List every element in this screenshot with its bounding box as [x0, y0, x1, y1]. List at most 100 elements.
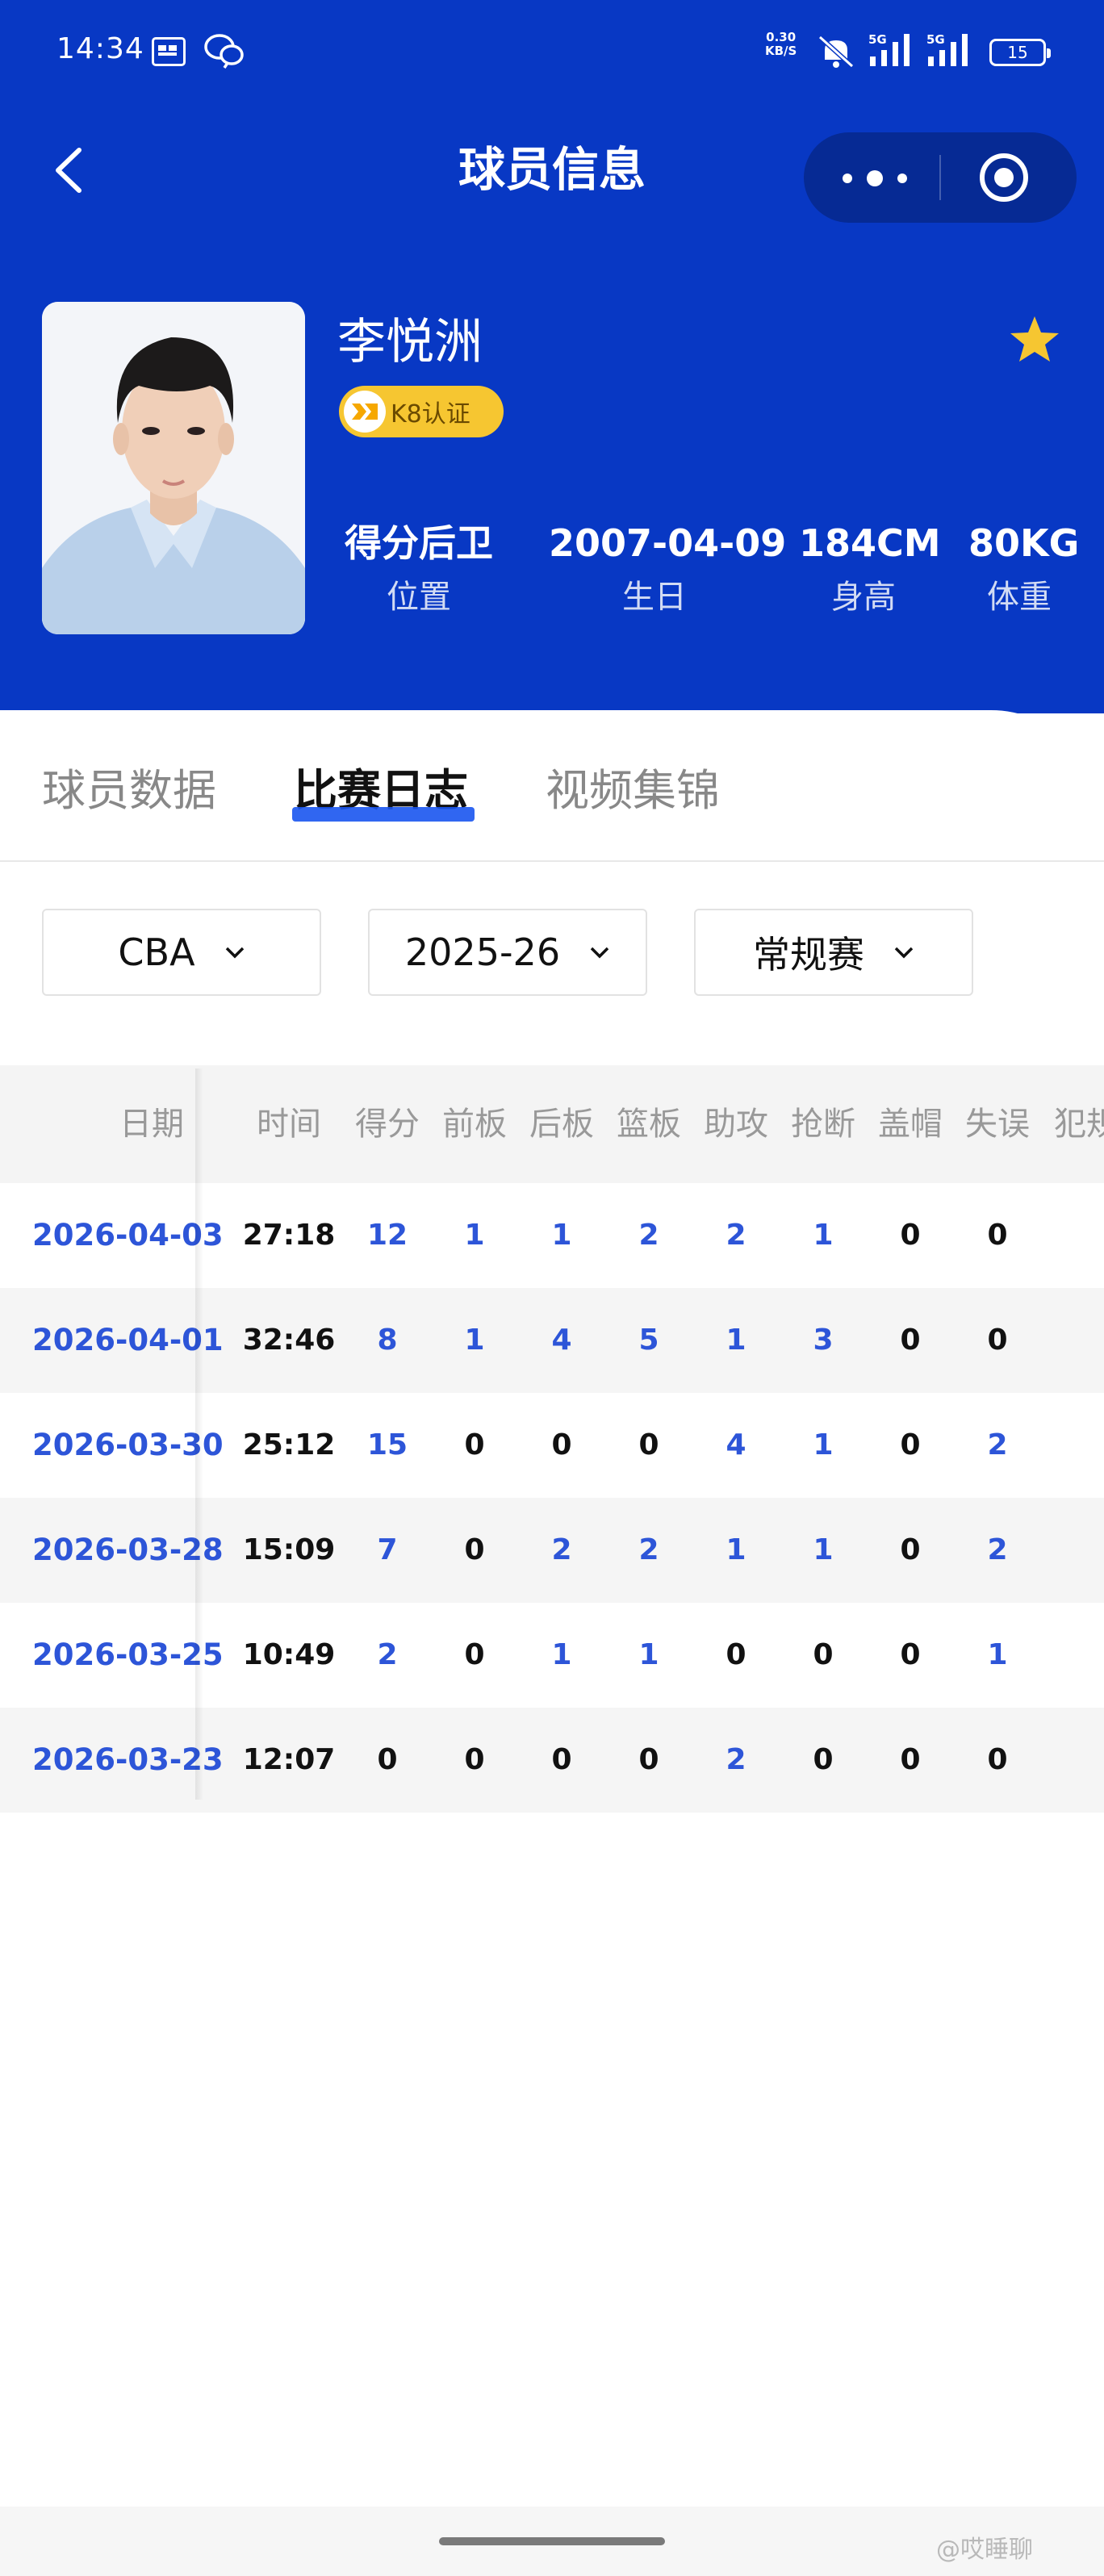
- table-row[interactable]: 2026-03-30 25:12 15 0 0 0 4 1 0 2: [0, 1393, 1104, 1498]
- cell-blk: 0: [900, 1324, 921, 1357]
- cell-tov: 2: [987, 1428, 1008, 1462]
- cell-off-reb: 0: [464, 1533, 485, 1566]
- cell-time: 15:09: [242, 1533, 336, 1566]
- player-name: 李悦洲: [337, 314, 483, 370]
- cell-tov: 0: [987, 1324, 1008, 1357]
- cell-date[interactable]: 2026-04-03: [32, 1183, 224, 1288]
- cell-blk: 0: [900, 1533, 921, 1566]
- cell-reb: 5: [638, 1324, 659, 1357]
- game-type-select[interactable]: 常规赛: [694, 909, 973, 996]
- tab-player-stats[interactable]: 球员数据: [42, 759, 216, 823]
- frozen-column-shadow: [195, 1068, 203, 1800]
- cell-off-reb: 0: [464, 1428, 485, 1462]
- cell-date[interactable]: 2026-03-30: [32, 1393, 224, 1498]
- cell-points: 2: [377, 1638, 398, 1671]
- cell-reb: 2: [638, 1219, 659, 1252]
- cell-stl: 0: [813, 1638, 834, 1671]
- watermark: @哎睡聊: [936, 2536, 1033, 2564]
- status-bar: 14:34 0.30 KB/S 5G 5G 15: [0, 0, 1104, 105]
- chevron-down-icon: [590, 947, 609, 959]
- close-target-icon[interactable]: [978, 152, 1030, 203]
- cell-stl: 0: [813, 1743, 834, 1776]
- table-row[interactable]: 2026-03-28 15:09 7 0 2 2 1 1 0 2: [0, 1498, 1104, 1603]
- cell-blk: 0: [900, 1428, 921, 1462]
- cell-date[interactable]: 2026-03-28: [32, 1498, 224, 1603]
- cell-time: 12:07: [242, 1743, 336, 1776]
- cell-time: 32:46: [242, 1324, 336, 1357]
- cell-def-reb: 4: [551, 1324, 572, 1357]
- cell-reb: 2: [638, 1533, 659, 1566]
- cell-stl: 3: [813, 1324, 834, 1357]
- info-height: 184CM 身高: [799, 521, 941, 616]
- league-select[interactable]: CBA: [42, 909, 321, 996]
- cell-date[interactable]: 2026-03-23: [32, 1708, 224, 1813]
- cell-points: 0: [377, 1743, 398, 1776]
- cell-time: 27:18: [242, 1219, 336, 1252]
- tab-video-highlights[interactable]: 视频集锦: [546, 759, 720, 823]
- season-select[interactable]: 2025-26: [368, 909, 647, 996]
- home-indicator[interactable]: [439, 2537, 665, 2545]
- col-reb: 篮板: [617, 1106, 681, 1143]
- col-ast: 助攻: [704, 1106, 768, 1143]
- cell-def-reb: 2: [551, 1533, 572, 1566]
- net-speed: 0.30 KB/S: [765, 30, 797, 58]
- favorite-star-icon[interactable]: [1009, 313, 1060, 365]
- cell-ast: 2: [726, 1219, 746, 1252]
- table-row[interactable]: 2026-03-25 10:49 2 0 1 1 0 0 0 1: [0, 1603, 1104, 1708]
- table-row[interactable]: 2026-04-03 27:18 12 1 1 2 2 1 0 0: [0, 1183, 1104, 1288]
- cell-ast: 1: [726, 1324, 746, 1357]
- col-pf: 犯规: [1054, 1106, 1104, 1143]
- cell-blk: 0: [900, 1743, 921, 1776]
- cell-off-reb: 1: [464, 1324, 485, 1357]
- cell-points: 7: [377, 1533, 398, 1566]
- cell-points: 12: [366, 1219, 408, 1252]
- signal-icon: 5G: [868, 32, 914, 71]
- cell-date[interactable]: 2026-03-25: [32, 1603, 224, 1708]
- cell-stl: 1: [813, 1428, 834, 1462]
- active-tab-indicator: [292, 807, 475, 822]
- battery-icon: 15: [989, 39, 1051, 66]
- cell-tov: 2: [987, 1533, 1008, 1566]
- cell-off-reb: 1: [464, 1219, 485, 1252]
- cell-stl: 1: [813, 1533, 834, 1566]
- cell-reb: 0: [638, 1743, 659, 1776]
- cell-def-reb: 0: [551, 1428, 572, 1462]
- player-photo: [42, 302, 305, 634]
- signal-icon: 5G: [926, 32, 972, 71]
- table-row[interactable]: 2026-03-23 12:07 0 0 0 0 2 0 0 0: [0, 1708, 1104, 1813]
- col-off-reb: 前板: [442, 1106, 507, 1143]
- cell-tov: 0: [987, 1219, 1008, 1252]
- col-stl: 抢断: [791, 1106, 855, 1143]
- cell-off-reb: 0: [464, 1743, 485, 1776]
- chevron-down-icon: [894, 947, 914, 959]
- chevron-down-icon: [225, 947, 244, 959]
- table-row[interactable]: 2026-04-01 32:46 8 1 4 5 1 3 0 0: [0, 1288, 1104, 1393]
- cell-stl: 1: [813, 1219, 834, 1252]
- cell-ast: 1: [726, 1533, 746, 1566]
- player-header: 14:34 0.30 KB/S 5G 5G 15 球员信息 李悦洲 K8认证 得…: [0, 0, 1104, 713]
- cell-blk: 0: [900, 1638, 921, 1671]
- col-tov: 失误: [965, 1106, 1030, 1143]
- cell-time: 25:12: [242, 1428, 336, 1462]
- col-def-reb: 后板: [529, 1106, 594, 1143]
- col-blk: 盖帽: [878, 1106, 943, 1143]
- col-points: 得分: [355, 1106, 420, 1143]
- divider: [0, 860, 1104, 862]
- mini-program-capsule: [804, 132, 1077, 223]
- cell-off-reb: 0: [464, 1638, 485, 1671]
- col-date: 日期: [119, 1106, 184, 1143]
- cell-def-reb: 1: [551, 1219, 572, 1252]
- cell-ast: 4: [726, 1428, 746, 1462]
- cell-points: 15: [366, 1428, 408, 1462]
- info-birthday: 2007-04-09 生日: [549, 521, 787, 616]
- cell-date[interactable]: 2026-04-01: [32, 1288, 224, 1393]
- status-time: 14:34: [56, 32, 144, 65]
- more-dots-icon[interactable]: [836, 155, 917, 200]
- cell-ast: 2: [726, 1743, 746, 1776]
- cell-blk: 0: [900, 1219, 921, 1252]
- cell-ast: 0: [726, 1638, 746, 1671]
- table-header: 日期 时间 得分 前板 后板 篮板 助攻 抢断 盖帽 失误 犯规: [0, 1065, 1104, 1183]
- cell-time: 10:49: [242, 1638, 336, 1671]
- cell-points: 8: [377, 1324, 398, 1357]
- cell-def-reb: 1: [551, 1638, 572, 1671]
